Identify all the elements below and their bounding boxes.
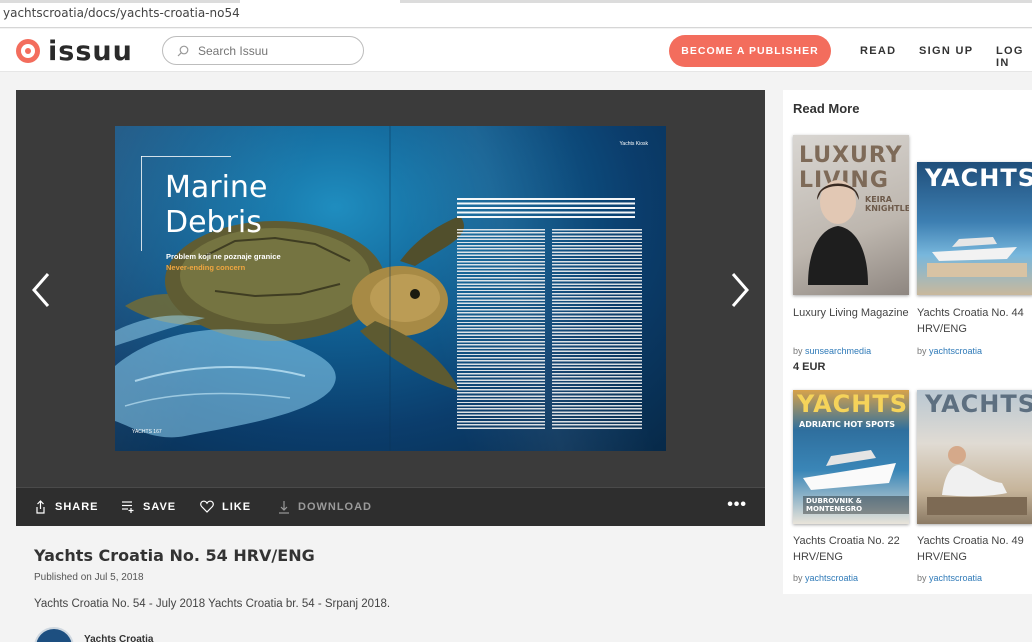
card-publisher: by yachtscroatia	[793, 573, 859, 583]
card-publisher-link[interactable]: yachtscroatia	[929, 346, 982, 356]
cover-yachts-44[interactable]: YACHTS	[917, 162, 1032, 295]
search-icon	[177, 45, 189, 56]
document-description: Yachts Croatia No. 54 - July 2018 Yachts…	[34, 598, 391, 610]
card-publisher: by yachtscroatia	[917, 346, 983, 356]
search-input[interactable]	[198, 43, 348, 58]
card-title[interactable]: Yachts Croatia No. 44 HRV/ENG	[917, 305, 1032, 337]
heart-icon	[200, 500, 214, 513]
document-title: Yachts Croatia No. 54 HRV/ENG	[34, 546, 315, 565]
like-button[interactable]: LIKE	[200, 500, 251, 513]
cover-yacht-image	[927, 237, 1027, 277]
save-button[interactable]: SAVE	[121, 500, 176, 514]
cover-yachts-49[interactable]: YACHTS	[917, 390, 1032, 524]
more-options-button[interactable]: •••	[727, 496, 747, 514]
logo-text: issuu	[48, 35, 133, 67]
previous-page-arrow[interactable]	[28, 270, 54, 310]
spread-subtitle-hr: Problem koji ne poznaje granice	[166, 252, 281, 261]
card-publisher-link[interactable]: yachtscroatia	[929, 573, 982, 583]
publisher-avatar[interactable]	[34, 627, 74, 642]
share-button[interactable]: SHARE	[34, 500, 99, 514]
card-title[interactable]: Yachts Croatia No. 49 HRV/ENG	[917, 533, 1032, 565]
read-more-panel: Read More LUXURY LIVING KEIRA KNIGHTLEY …	[783, 90, 1032, 594]
nav-log-in-link[interactable]: LOG IN	[996, 45, 1032, 69]
card-title[interactable]: Yachts Croatia No. 22 HRV/ENG	[793, 533, 911, 565]
cover-portrait-image	[808, 180, 868, 285]
read-more-heading: Read More	[793, 101, 860, 116]
browser-url[interactable]: yachtscroatia/docs/yachts-croatia-no54	[3, 6, 240, 20]
card-publisher-link[interactable]: sunsearchmedia	[805, 346, 871, 356]
card-price: 4 EUR	[793, 361, 826, 373]
spread-corner-label: Yachts Kiosk	[619, 141, 648, 147]
card-title[interactable]: Luxury Living Magazine	[793, 305, 911, 321]
spread-headline: Marine Debris	[165, 170, 268, 240]
nav-read-link[interactable]: READ	[860, 45, 896, 57]
issuu-logo-icon	[16, 39, 40, 63]
download-button[interactable]: DOWNLOAD	[278, 500, 372, 514]
publisher-name[interactable]: Yachts Croatia	[84, 634, 153, 642]
issuu-logo[interactable]: issuu	[16, 35, 133, 67]
card-publisher: by sunsearchmedia	[793, 346, 872, 356]
cover-yachts-22[interactable]: YACHTS ADRIATIC HOT SPOTS DUBROVNIK & MO…	[793, 390, 909, 524]
search-box[interactable]	[162, 36, 364, 65]
magazine-spread[interactable]: Marine Debris Problem koji ne poznaje gr…	[115, 126, 666, 451]
share-icon	[36, 500, 45, 514]
article-column-2	[552, 229, 642, 429]
cover-luxury-living[interactable]: LUXURY LIVING KEIRA KNIGHTLEY	[793, 135, 909, 295]
site-header: issuu BECOME A PUBLISHER READ SIGN UP LO…	[0, 29, 1032, 72]
browser-address-bar[interactable]: yachtscroatia/docs/yachts-croatia-no54	[0, 0, 1032, 28]
cover-yacht-image	[803, 450, 896, 490]
spread-subtitle-en: Never-ending concern	[166, 263, 246, 272]
article-column-1	[457, 229, 545, 429]
publish-date: Published on Jul 5, 2018	[34, 572, 144, 583]
become-publisher-button[interactable]: BECOME A PUBLISHER	[669, 35, 831, 67]
document-reader: Marine Debris Problem koji ne poznaje gr…	[16, 90, 765, 526]
card-publisher: by yachtscroatia	[917, 573, 983, 583]
card-publisher-link[interactable]: yachtscroatia	[805, 573, 858, 583]
next-page-arrow[interactable]	[727, 270, 753, 310]
spread-page-number: YACHTS 167	[132, 429, 162, 435]
download-icon	[279, 501, 289, 514]
browser-tab-strip	[0, 0, 1032, 3]
cover-person-image	[927, 446, 1027, 515]
nav-sign-up-link[interactable]: SIGN UP	[919, 45, 973, 57]
save-list-icon	[122, 501, 134, 513]
article-intro-text	[457, 198, 635, 220]
reader-toolbar: SHARE SAVE LIKE DOWNLOAD •••	[16, 487, 765, 526]
